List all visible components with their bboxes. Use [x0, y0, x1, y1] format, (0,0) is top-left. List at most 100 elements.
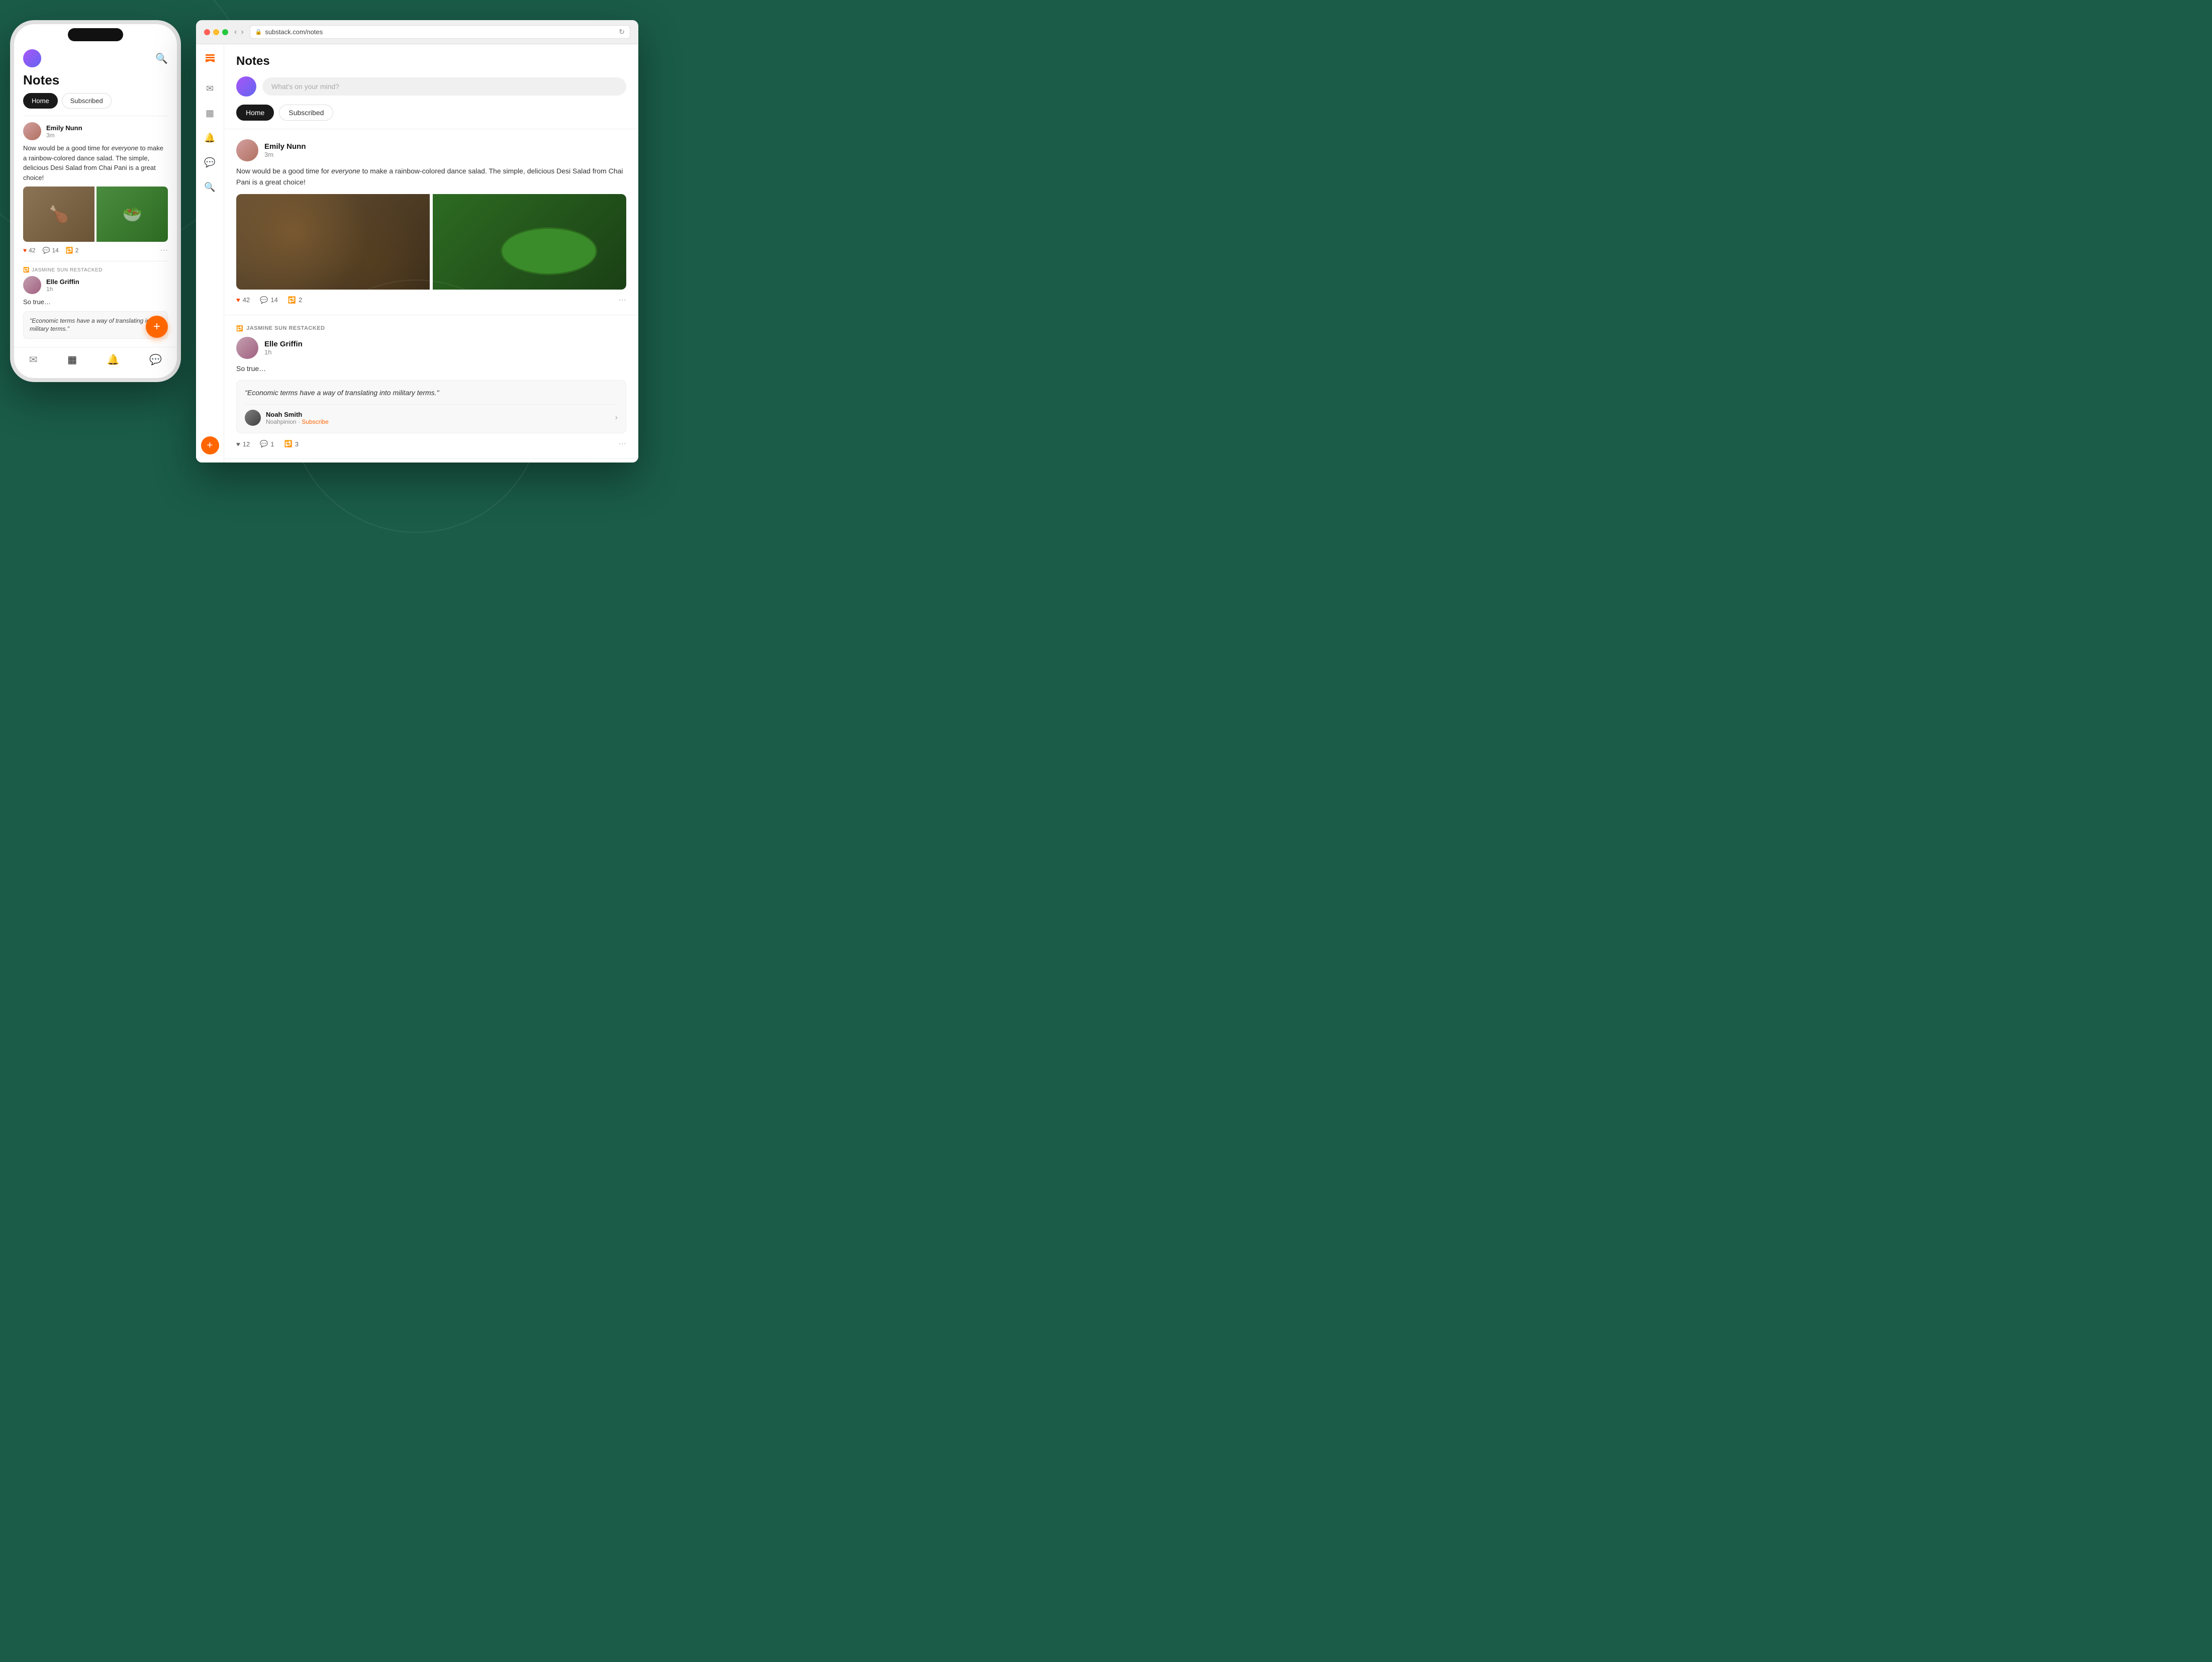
search-icon[interactable]: 🔍	[155, 52, 168, 65]
elle-comment-button[interactable]: 💬 1	[260, 440, 274, 448]
phone-tab-subscribed[interactable]: Subscribed	[62, 93, 112, 109]
maximize-button[interactable]	[222, 29, 228, 35]
like-count: 42	[29, 247, 35, 254]
comment-icon: 💬	[42, 247, 50, 254]
restack-bar-text: JASMINE SUN RESTACKED	[246, 325, 325, 331]
post-author-elle: Elle Griffin	[46, 278, 79, 286]
restack-count: 2	[75, 247, 79, 254]
feed-text-before: Now would be a good time for	[236, 167, 331, 175]
main-header: Notes What's on your mind? Home Subscrib…	[224, 44, 638, 129]
minimize-button[interactable]	[213, 29, 219, 35]
url-bar[interactable]: 🔒 substack.com/notes ↻	[250, 25, 630, 39]
post-meta: Emily Nunn 3m	[46, 124, 82, 139]
compose-input[interactable]: What's on your mind?	[262, 77, 626, 96]
phone-frame: 🔍 Notes Home Subscribed Emily Nunn 3m	[10, 20, 181, 382]
sidebar-plus-icon: +	[207, 440, 213, 451]
feed-post-elle: 🔁 JASMINE SUN RESTACKED Elle Griffin 1h …	[224, 315, 638, 459]
feed-comment-count: 14	[270, 296, 277, 304]
phone-bottom-nav: ✉ ▦ 🔔 💬	[14, 347, 177, 378]
quote-publication: Noahpinion · Subscribe	[266, 418, 329, 425]
post-body: Now would be a good time for everyone to…	[23, 143, 168, 182]
phone-page-title: Notes	[14, 72, 177, 93]
comment-button[interactable]: 💬 14	[42, 247, 58, 254]
feed-restack-count: 2	[299, 296, 302, 304]
feed-meta-elle: Elle Griffin 1h	[264, 340, 303, 356]
feed-comment-icon: 💬	[260, 296, 268, 304]
feed-post-header-elle: Elle Griffin 1h	[236, 337, 626, 359]
phone-tabs: Home Subscribed	[14, 93, 177, 116]
sidebar-compose-button[interactable]: +	[201, 436, 219, 454]
sidebar-notes-icon[interactable]: ▦	[204, 106, 216, 121]
feed-post-nishant: Nishant Jain 1d "The self may be royal, …	[224, 459, 638, 463]
feed-author-emily: Emily Nunn	[264, 142, 306, 151]
like-button[interactable]: ♥ 42	[23, 247, 35, 254]
feed-restack-icon: 🔁	[288, 296, 296, 304]
elle-comment-count: 1	[270, 440, 274, 448]
restack-attribution-text: JASMINE SUN RESTACKED	[32, 267, 103, 273]
feed-restack-button[interactable]: 🔁 2	[288, 296, 302, 304]
feed-time-elle: 1h	[264, 348, 303, 356]
quote-subscribe-button[interactable]: Subscribe	[302, 418, 328, 425]
tab-subscribed[interactable]: Subscribed	[279, 105, 333, 121]
feed-meta-emily: Emily Nunn 3m	[264, 142, 306, 158]
elle-restack-button[interactable]: 🔁 3	[284, 440, 299, 448]
phone-screen: 🔍 Notes Home Subscribed Emily Nunn 3m	[14, 24, 177, 378]
sidebar-chat-icon[interactable]: 💬	[202, 155, 217, 170]
quote-chevron-icon: ›	[615, 413, 618, 422]
avatar-image	[23, 49, 41, 67]
elle-heart-icon: ♥	[236, 440, 240, 448]
post-images: 🍗 🥗	[23, 187, 168, 242]
browser-main-content: Notes What's on your mind? Home Subscrib…	[224, 44, 638, 463]
chat-icon: 💬	[149, 353, 162, 366]
url-text: substack.com/notes	[265, 28, 323, 36]
browser-body: ✉ ▦ 🔔 💬 🔍 + Notes What's on your mind? H…	[196, 44, 638, 463]
noah-avatar	[245, 410, 261, 426]
sidebar-inbox-icon[interactable]: ✉	[204, 81, 216, 96]
nav-inbox[interactable]: ✉	[29, 353, 38, 366]
lock-icon: 🔒	[255, 29, 262, 35]
elle-restack-count: 3	[295, 440, 299, 448]
feed-like-button[interactable]: ♥ 42	[236, 296, 250, 304]
phone-post-elle: 🔁 JASMINE SUN RESTACKED Elle Griffin 1h …	[23, 261, 168, 345]
phone-fab-button[interactable]: +	[146, 316, 168, 338]
bell-icon: 🔔	[107, 353, 120, 366]
quote-source: Noah Smith Noahpinion · Subscribe ›	[245, 404, 618, 426]
substack-logo	[204, 52, 216, 67]
feed-comment-button[interactable]: 💬 14	[260, 296, 278, 304]
traffic-lights	[204, 29, 228, 35]
restack-button[interactable]: 🔁 2	[66, 247, 79, 254]
elle-like-button[interactable]: ♥ 12	[236, 440, 250, 448]
refresh-icon[interactable]: ↻	[619, 28, 625, 36]
inbox-icon: ✉	[29, 353, 38, 366]
notes-icon: ▦	[67, 353, 77, 366]
feed-text-italic: everyone	[331, 167, 360, 175]
browser-sidebar: ✉ ▦ 🔔 💬 🔍 +	[196, 44, 224, 463]
sidebar-search-icon[interactable]: 🔍	[202, 180, 217, 195]
elle-comment-icon: 💬	[260, 440, 268, 448]
feed-more-options[interactable]: ···	[618, 296, 626, 305]
restack-attribution: 🔁 JASMINE SUN RESTACKED	[23, 267, 168, 273]
phone-feed: Emily Nunn 3m Now would be a good time f…	[14, 116, 177, 345]
tab-home[interactable]: Home	[236, 105, 274, 121]
feed-time-emily: 3m	[264, 151, 306, 158]
elle-like-count: 12	[243, 440, 250, 448]
more-options-icon[interactable]: ···	[160, 246, 168, 255]
elle-restack-icon: 🔁	[284, 440, 293, 448]
forward-button[interactable]: ›	[241, 28, 243, 37]
compose-row: What's on your mind?	[236, 76, 626, 97]
nav-notes[interactable]: ▦	[67, 353, 77, 366]
close-button[interactable]	[204, 29, 210, 35]
post-time-elle: 1h	[46, 286, 79, 293]
restack-icon-small: 🔁	[23, 267, 30, 273]
elle-more-options[interactable]: ···	[618, 439, 626, 448]
back-button[interactable]: ‹	[234, 28, 237, 37]
phone-notch	[68, 28, 123, 41]
nav-chat[interactable]: 💬	[149, 353, 162, 366]
phone-tab-home[interactable]: Home	[23, 93, 58, 109]
elle-restack-bar: 🔁 JASMINE SUN RESTACKED	[236, 325, 626, 332]
post-text-before: Now would be a good time for	[23, 144, 112, 152]
nav-notifications[interactable]: 🔔	[107, 353, 120, 366]
elle-post-text: So true…	[23, 297, 168, 307]
sidebar-bell-icon[interactable]: 🔔	[202, 131, 217, 145]
feed-image-food	[236, 194, 430, 290]
